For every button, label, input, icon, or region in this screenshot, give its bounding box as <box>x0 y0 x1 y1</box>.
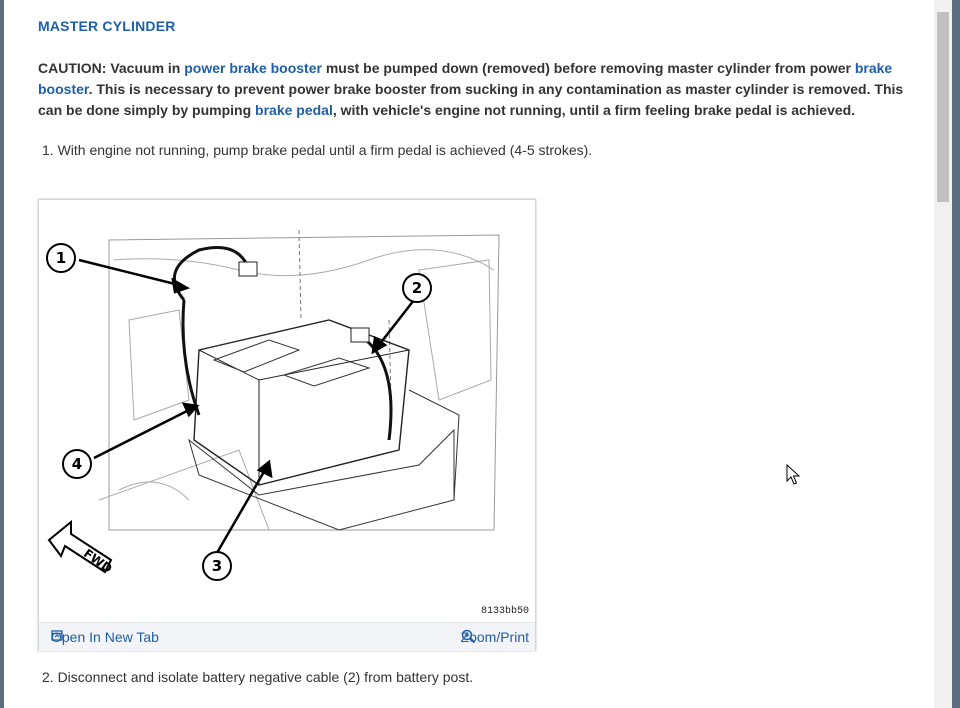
link-brake-pedal[interactable]: brake pedal <box>255 102 333 118</box>
caution-label: CAUTION: <box>38 60 107 76</box>
callout-3: 3 <box>212 557 222 575</box>
callout-2: 2 <box>412 279 422 297</box>
caution-text-2: must be pumped down (removed) before rem… <box>321 60 855 76</box>
caution-text-4: , with vehicle's engine not running, unt… <box>332 102 856 118</box>
step-2: 2. Disconnect and isolate battery negati… <box>42 669 474 685</box>
callout-1: 1 <box>56 249 66 267</box>
figure-toolbar: Open In New Tab Zoom/Print <box>39 622 535 651</box>
section-title: MASTER CYLINDER <box>38 18 176 34</box>
figure-battery-diagram[interactable]: 1 2 3 4 FWD 8133bb50 Open In New Tab Zoo… <box>38 199 536 651</box>
mouse-cursor-icon <box>786 464 800 485</box>
caution-text-1: Vacuum in <box>106 60 185 76</box>
caution-paragraph: CAUTION: Vacuum in power brake booster m… <box>38 58 908 121</box>
step-1: 1. With engine not running, pump brake p… <box>42 142 593 158</box>
open-in-new-tab-icon <box>51 630 63 641</box>
link-power-brake-booster[interactable]: power brake booster <box>184 60 322 76</box>
scrollbar-thumb[interactable] <box>937 12 949 202</box>
battery-illustration: 1 2 3 4 FWD <box>46 229 500 581</box>
window-right-edge <box>952 0 960 708</box>
fwd-arrow-icon: FWD <box>47 519 115 576</box>
zoom-print-button[interactable]: Zoom/Print <box>461 629 529 645</box>
open-in-new-tab-button[interactable]: Open In New Tab <box>51 629 159 645</box>
figure-code: 8133bb50 <box>480 606 529 617</box>
window-left-edge <box>0 0 4 708</box>
open-in-new-tab-label: Open In New Tab <box>51 629 159 645</box>
magnifier-plus-icon <box>461 629 475 644</box>
callout-4: 4 <box>72 455 82 473</box>
